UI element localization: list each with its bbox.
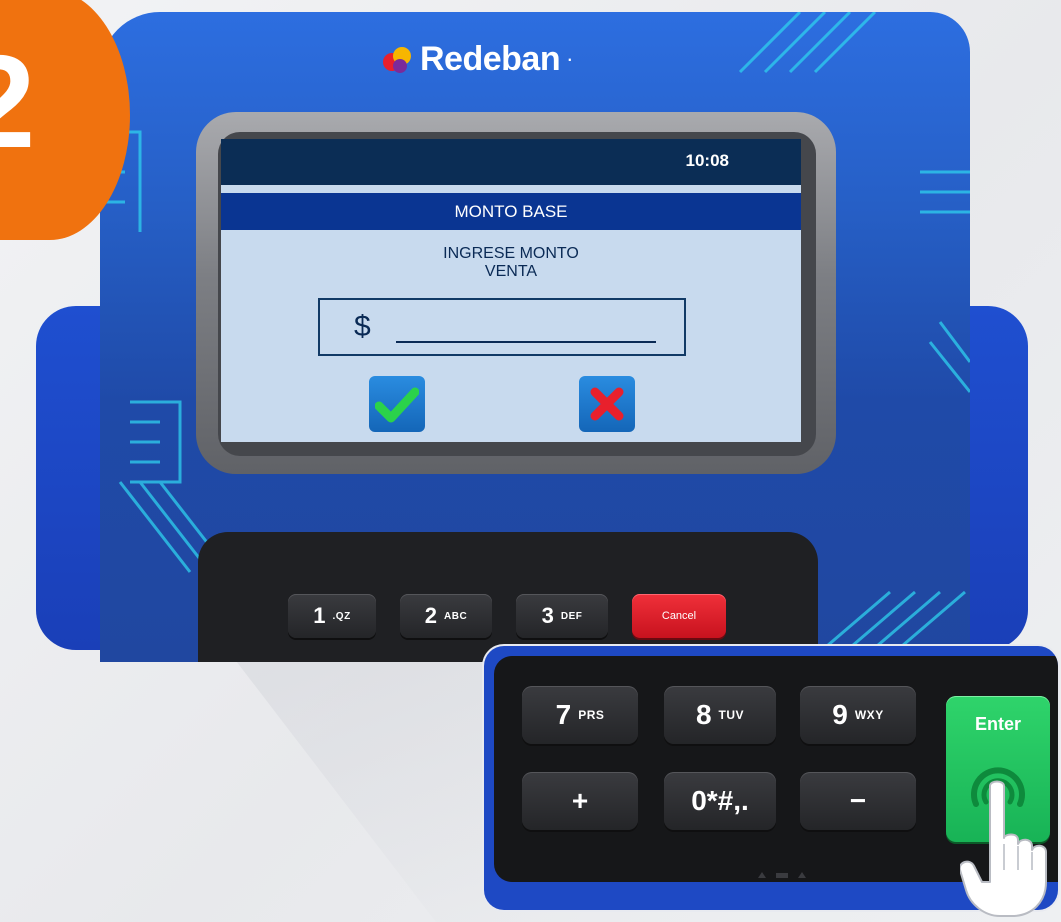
key-9-letters: WXY bbox=[854, 708, 884, 722]
key-0-symbols: 0*#,. bbox=[691, 785, 749, 816]
keypad-indicator-icon bbox=[758, 872, 806, 878]
amount-underline bbox=[396, 341, 656, 343]
redeban-logo: Redeban · bbox=[380, 34, 573, 84]
cancel-key[interactable]: Cancel bbox=[632, 594, 726, 638]
status-bar: 10:08 bbox=[221, 139, 801, 185]
prompt-line-2: VENTA bbox=[484, 263, 538, 280]
brand-mark: · bbox=[566, 46, 574, 71]
key-plus-symbol: + bbox=[571, 785, 589, 816]
screen-title: MONTO BASE bbox=[221, 193, 801, 230]
key-3-number: 3 bbox=[541, 603, 554, 628]
key-minus[interactable]: − bbox=[800, 772, 916, 830]
key-2[interactable]: 2 ABC bbox=[400, 594, 492, 638]
key-3-letters: DEF bbox=[560, 610, 583, 622]
currency-symbol: $ bbox=[354, 310, 371, 343]
brand-name: Redeban bbox=[420, 39, 561, 78]
key-1-number: 1 bbox=[313, 603, 326, 628]
confirm-button[interactable] bbox=[369, 376, 425, 432]
key-8-letters: TUV bbox=[718, 708, 745, 722]
confirm-check-icon bbox=[375, 387, 419, 423]
enter-key-label: Enter bbox=[974, 714, 1021, 734]
payment-terminal: Redeban · 10:08 MONTO BASE INGRESE MONTO… bbox=[100, 12, 970, 662]
amount-prompt: INGRESE MONTO VENTA bbox=[221, 245, 801, 281]
step-number: 2 bbox=[0, 36, 35, 168]
key-8[interactable]: 8 TUV bbox=[664, 686, 776, 744]
prompt-line-1: INGRESE MONTO bbox=[443, 245, 579, 262]
cancel-x-icon bbox=[590, 387, 624, 421]
key-2-number: 2 bbox=[424, 603, 438, 628]
key-8-number: 8 bbox=[695, 699, 712, 730]
key-1[interactable]: 1 .QZ bbox=[288, 594, 376, 638]
key-7[interactable]: 7 PRS bbox=[522, 686, 638, 744]
key-plus[interactable]: + bbox=[522, 772, 638, 830]
clock: 10:08 bbox=[685, 151, 729, 170]
key-7-letters: PRS bbox=[578, 708, 605, 722]
key-2-letters: ABC bbox=[444, 610, 468, 622]
amount-input[interactable]: $ bbox=[318, 298, 686, 356]
key-1-letters: .QZ bbox=[332, 610, 351, 622]
key-7-number: 7 bbox=[555, 699, 572, 730]
key-9-number: 9 bbox=[832, 699, 848, 730]
key-minus-symbol: − bbox=[849, 785, 867, 816]
redeban-logo-icon bbox=[380, 42, 414, 76]
key-0[interactable]: 0*#,. bbox=[664, 772, 776, 830]
key-9[interactable]: 9 WXY bbox=[800, 686, 916, 744]
cancel-screen-button[interactable] bbox=[579, 376, 635, 432]
terminal-screen: 10:08 MONTO BASE INGRESE MONTO VENTA $ bbox=[221, 139, 801, 442]
keypad-top: 1 .QZ 2 ABC 3 DEF Cancel bbox=[198, 532, 818, 662]
cancel-key-label: Cancel bbox=[661, 610, 697, 622]
pointing-hand-icon bbox=[960, 780, 1047, 917]
key-3[interactable]: 3 DEF bbox=[516, 594, 608, 638]
